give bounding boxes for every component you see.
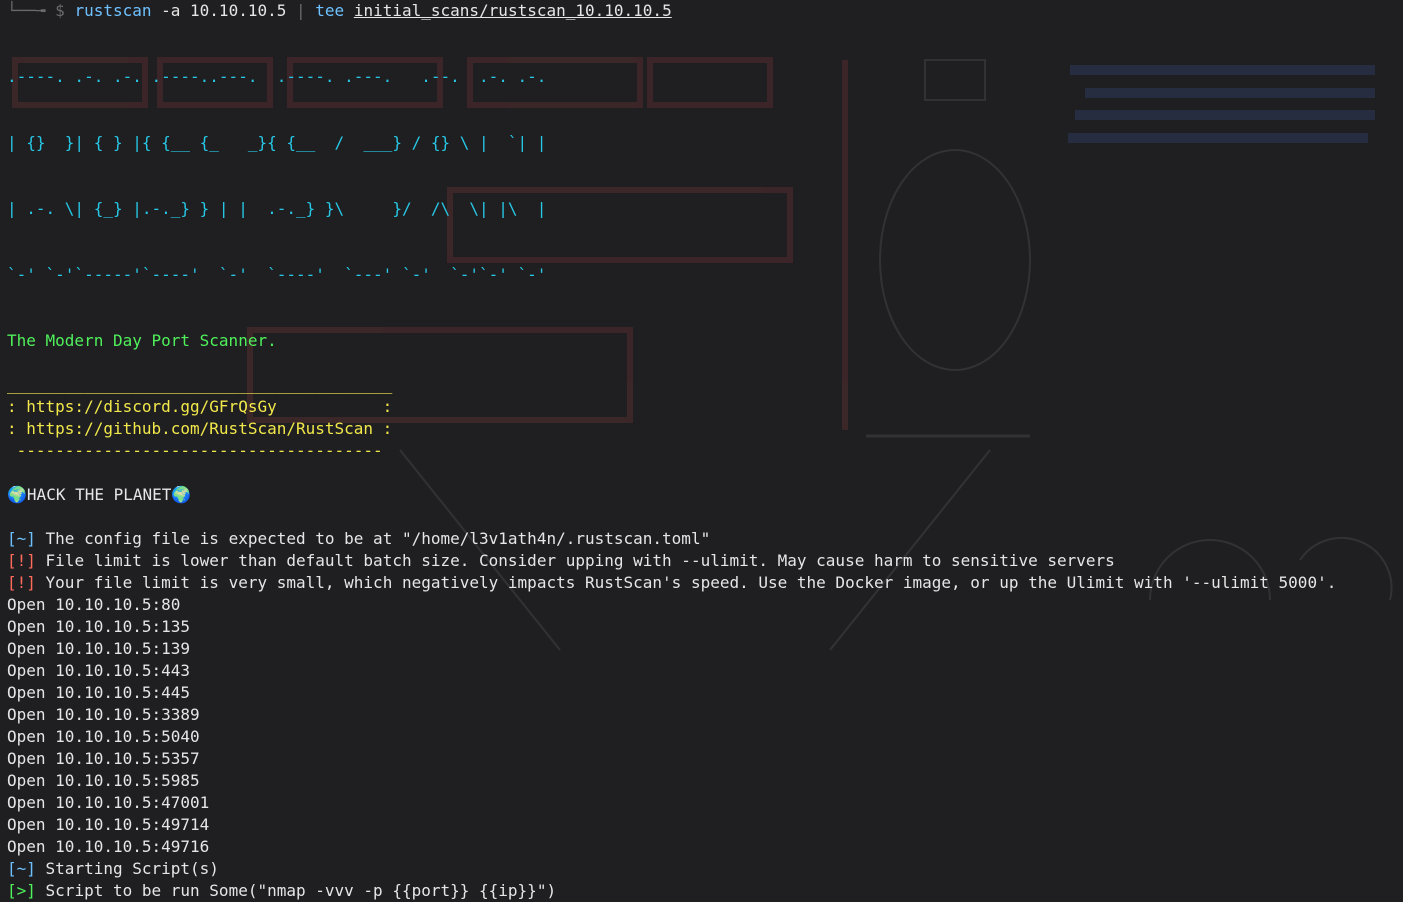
open-port-line: Open 10.10.10.5:139: [7, 639, 191, 658]
open-port-line: Open 10.10.10.5:3389: [7, 705, 200, 724]
hack-the-planet-text: HACK THE PLANET: [26, 485, 172, 504]
warning-bracket: [!]: [7, 551, 36, 570]
open-port-line: Open 10.10.10.5:80: [7, 595, 181, 614]
link-box-bottom: --------------------------------------: [7, 441, 383, 460]
open-port-line: Open 10.10.10.5:5357: [7, 749, 200, 768]
script-text: Script to be run Some("nmap -vvv -p {{po…: [35, 881, 557, 900]
message-line: [!] Your file limit is very small, which…: [7, 572, 1403, 594]
open-port-line: Open 10.10.10.5:49716: [7, 837, 210, 856]
banner-line: `-' `-'`-----'`----' `-' `----' `---' `-…: [7, 265, 547, 284]
status-text: Starting Script(s): [35, 859, 219, 878]
message-text: Your file limit is very small, which neg…: [35, 573, 1337, 592]
discord-link: : https://discord.gg/GFrQsGy :: [7, 397, 393, 416]
open-port-line: Open 10.10.10.5:49714: [7, 815, 210, 834]
open-port-line: Open 10.10.10.5:47001: [7, 793, 210, 812]
banner-line: .----. .-. .-. .----..---. .----. .---. …: [7, 67, 547, 86]
warning-bracket: [!]: [7, 573, 36, 592]
terminal-output: └──╼ $ rustscan -a 10.10.10.5 | tee init…: [7, 0, 1403, 902]
github-link: : https://github.com/RustScan/RustScan :: [7, 419, 393, 438]
command-binary: rustscan: [74, 1, 152, 20]
open-port-line: Open 10.10.10.5:445: [7, 683, 191, 702]
banner-line: | .-. \| {_} |.-._} } | | .-._} }\ }/ /\…: [7, 199, 547, 218]
prompt-symbol: └──╼ $: [7, 1, 75, 20]
open-port-line: Open 10.10.10.5:135: [7, 617, 191, 636]
globe-icon: 🌍: [171, 485, 192, 504]
message-line: [~] The config file is expected to be at…: [7, 528, 1403, 550]
message-line: [!] File limit is lower than default bat…: [7, 550, 1403, 572]
ascii-banner: .----. .-. .-. .----..---. .----. .---. …: [7, 22, 1403, 330]
script-line: [>] Script to be run Some("nmap -vvv -p …: [7, 880, 1403, 902]
command-line: └──╼ $ rustscan -a 10.10.10.5 | tee init…: [7, 0, 1403, 22]
globe-icon: 🌍: [7, 485, 27, 504]
info-bracket: [~]: [7, 859, 36, 878]
command-pipe: |: [286, 1, 316, 20]
open-port-line: Open 10.10.10.5:5985: [7, 771, 200, 790]
tagline: The Modern Day Port Scanner.: [7, 331, 277, 350]
banner-line: | {} }| { } |{ {__ {_ _}{ {__ / ___} / {…: [7, 133, 547, 152]
tee-binary: tee: [315, 1, 345, 20]
message-text: The config file is expected to be at "/h…: [35, 529, 711, 548]
open-ports-list: Open 10.10.10.5:80 Open 10.10.10.5:135 O…: [7, 594, 1403, 858]
link-box-top: ________________________________________: [7, 375, 393, 394]
command-target-ip: 10.10.10.5: [190, 1, 287, 20]
hack-the-planet-line: 🌍HACK THE PLANET🌍: [7, 484, 1403, 506]
message-text: File limit is lower than default batch s…: [35, 551, 1115, 570]
status-line: [~] Starting Script(s): [7, 858, 1403, 880]
info-bracket: [~]: [7, 529, 36, 548]
command-flag: -a: [151, 1, 191, 20]
output-file-path: initial_scans/rustscan_10.10.10.5: [353, 1, 672, 20]
open-port-line: Open 10.10.10.5:443: [7, 661, 191, 680]
open-port-line: Open 10.10.10.5:5040: [7, 727, 200, 746]
run-bracket: [>]: [7, 881, 36, 900]
